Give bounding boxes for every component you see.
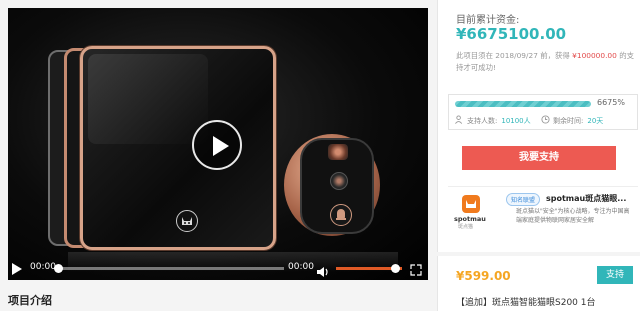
progress-percent: 6675%	[597, 98, 625, 107]
product-video[interactable]	[8, 8, 428, 280]
volume-slider[interactable]	[336, 264, 402, 273]
support-button[interactable]: 我要支持	[462, 146, 616, 170]
supporters-label: 支持人数:	[467, 117, 498, 125]
volume-knob[interactable]	[391, 264, 401, 273]
users-icon	[455, 115, 463, 124]
video-play-button[interactable]	[192, 120, 242, 170]
deadline-prefix: 此项目须在 2018/09/27 前，获得	[456, 51, 573, 60]
goal-amount: ¥100000.00	[572, 51, 617, 60]
reward-card: ¥599.00 支持 【追加】斑点猫智能猫眼S200 1台	[437, 256, 640, 311]
raised-label: 目前累计资金:	[456, 15, 520, 26]
sponsor-name[interactable]: spotmau斑点猫眼...	[546, 193, 626, 204]
reward-description: 【追加】斑点猫智能猫眼S200 1台	[456, 298, 596, 308]
duration: 00:00	[288, 262, 314, 272]
time-left-value: 20天	[587, 117, 604, 125]
project-intro-heading: 项目介绍	[8, 294, 52, 307]
sponsor-badge: 知名联盟	[506, 193, 541, 206]
crowdfunding-page: 00:00 00:00 项目介绍 目前累计资金: ¥6675100.00 此项目…	[0, 0, 640, 311]
sponsor-logo-text: spotmau	[454, 215, 486, 223]
peephole-lens	[330, 172, 348, 190]
time-left-label: 剩余时间:	[553, 117, 584, 125]
sponsor-logo-subtext: 斑点猫	[458, 224, 474, 230]
sponsor-block[interactable]: spotmau 斑点猫 知名联盟 spotmau斑点猫眼... 斑点猫以"安全"…	[448, 186, 638, 236]
funding-card: 目前累计资金: ¥6675100.00 此项目须在 2018/09/27 前，获…	[437, 0, 640, 252]
play-icon	[213, 136, 229, 156]
seek-knob[interactable]	[54, 264, 63, 273]
video-controls: 00:00 00:00	[8, 258, 428, 280]
stats-box: 6675% 支持人数: 10100人 剩余时间: 20天	[448, 94, 638, 130]
tablet-sheen	[88, 54, 208, 144]
sponsor-description: 斑点猫以"安全"为核心战略，专注为中国高端家庭提供物联网家居安全解	[516, 208, 630, 224]
supporters-stat: 支持人数: 10100人	[455, 115, 531, 126]
current-time: 00:00	[30, 262, 56, 272]
funding-progress-bar	[455, 101, 591, 107]
reward-support-button[interactable]: 支持	[597, 266, 633, 284]
time-left-stat: 剩余时间: 20天	[541, 115, 603, 126]
raised-amount: ¥6675100.00	[456, 25, 567, 43]
volume-icon[interactable]	[316, 263, 330, 282]
bell-icon	[330, 204, 352, 226]
seek-bar[interactable]	[54, 264, 284, 273]
deadline-note: 此项目须在 2018/09/27 前，获得 ¥100000.00 的支持才可成功…	[456, 50, 638, 74]
clock-icon	[541, 115, 550, 124]
cat-logo-icon	[176, 210, 198, 232]
fullscreen-icon[interactable]	[410, 261, 422, 280]
supporters-value: 10100人	[501, 117, 531, 125]
peephole-camera	[328, 144, 348, 160]
sponsor-logo-icon	[462, 195, 480, 213]
reward-price: ¥599.00	[456, 269, 511, 283]
control-play-icon[interactable]	[12, 263, 22, 275]
